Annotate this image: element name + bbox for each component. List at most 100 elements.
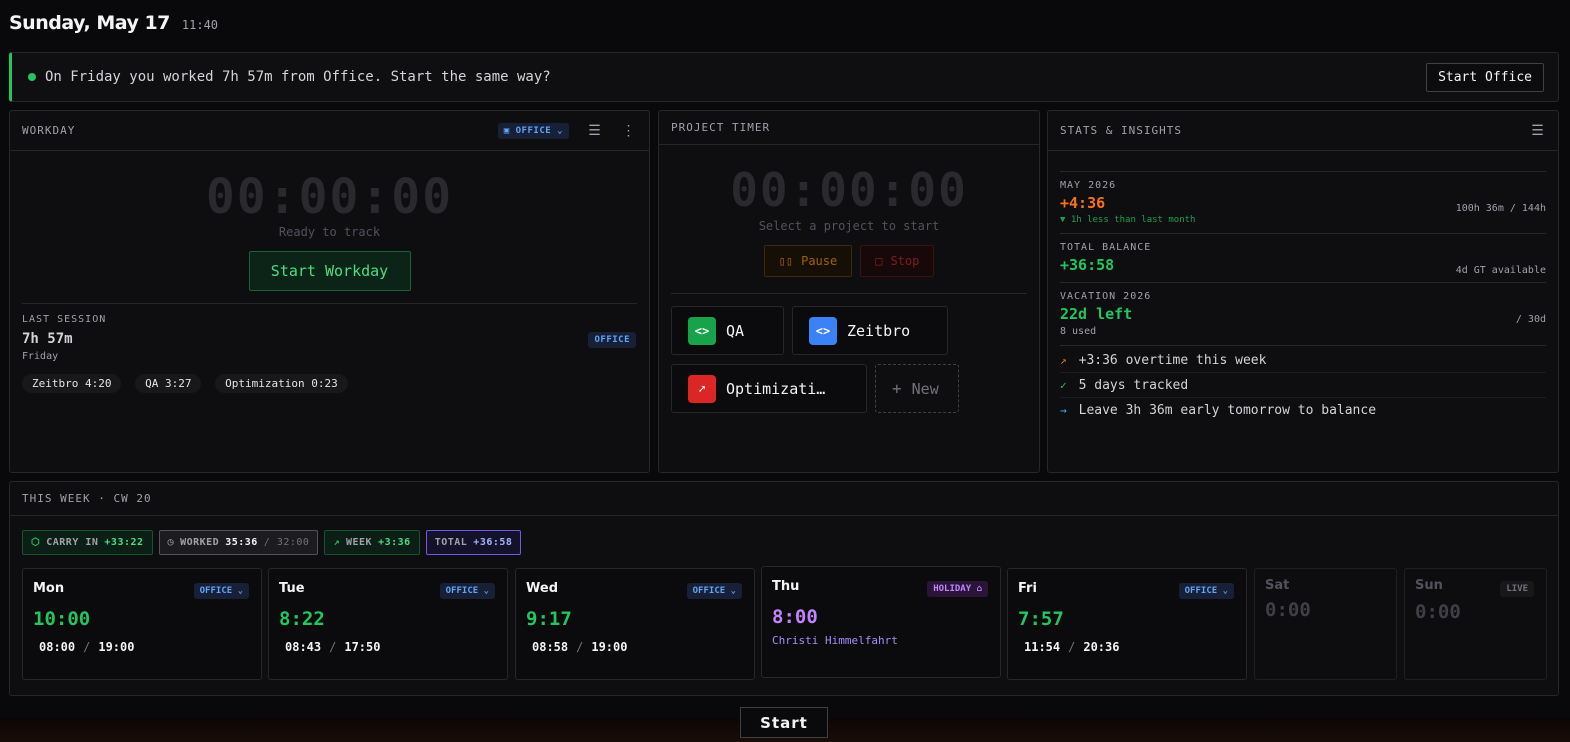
carry-label: CARRY IN — [46, 537, 99, 548]
suggestion-banner: On Friday you worked 7h 57m from Office.… — [9, 52, 1559, 102]
check-icon: ✓ — [1060, 378, 1067, 392]
insight-item: ✓ 5 days tracked — [1060, 373, 1546, 398]
menu-icon[interactable]: ☰ — [1530, 123, 1546, 139]
stats-card: STATS & INSIGHTS ☰ MAY 2026 +4:36 100h 3… — [1047, 110, 1559, 473]
day-hours: 0:00 — [1415, 601, 1461, 623]
last-session-label: LAST SESSION — [22, 314, 107, 325]
range-separator: / — [83, 640, 91, 654]
day-range: 08:00 / 19:00 — [33, 640, 251, 654]
code-icon: <> — [809, 316, 837, 345]
day-badge[interactable]: OFFICE ⌄ — [193, 583, 249, 599]
start-workday-button[interactable]: Start Workday — [248, 251, 411, 291]
day-card-fri[interactable]: Fri OFFICE ⌄ 7:57 11:54/20:36 — [1007, 568, 1247, 680]
rocket-icon: ➚ — [688, 374, 716, 403]
day-badge[interactable]: OFFICE ⌄ — [686, 583, 742, 599]
project-name: QA — [726, 321, 745, 340]
lock-icon: ⌂ — [976, 584, 982, 594]
list-icon[interactable]: ☰ — [587, 123, 603, 139]
session-chip: QA 3:27 — [135, 374, 202, 393]
work-mode-dropdown[interactable]: ▣ OFFICE ⌄ — [497, 122, 569, 139]
pause-label: Pause — [801, 254, 838, 268]
day-card-sun[interactable]: Sun LIVE 0:00 — [1404, 568, 1547, 680]
chevron-down-icon: ⌄ — [483, 586, 489, 596]
week-card: THIS WEEK · CW 20 ⬡ CARRY IN +33:22 ◷ WO… — [9, 481, 1559, 696]
last-session-duration: 7h 57m — [22, 331, 73, 347]
day-badge[interactable]: OFFICE ⌄ — [1178, 583, 1234, 599]
stats-header: STATS & INSIGHTS ☰ — [1048, 111, 1558, 151]
project-qa[interactable]: <> QA — [671, 306, 784, 355]
more-vertical-icon[interactable]: ⋮ — [621, 123, 637, 139]
day-card-sat[interactable]: Sat 0:00 — [1254, 568, 1397, 680]
day-badge: HOLIDAY ⌂ — [927, 581, 988, 597]
page-title: Sunday, May 17 — [9, 12, 170, 34]
day-name: Sat — [1265, 578, 1290, 593]
day-range: 08:43 / 17:50 — [279, 640, 497, 654]
week-summary: ⬡ CARRY IN +33:22 ◷ WORKED 35:36 / 32:00… — [22, 530, 522, 555]
banner-message: On Friday you worked 7h 57m from Office.… — [45, 69, 551, 85]
chevron-down-icon: ⌄ — [237, 586, 243, 596]
shield-icon: ⬡ — [31, 537, 41, 548]
stop-button[interactable]: □ Stop — [860, 245, 935, 277]
divider — [671, 293, 1027, 294]
day-card-mon[interactable]: Mon OFFICE ⌄ 10:00 08:00/19:00 — [22, 568, 262, 680]
project-name: Zeitbro — [847, 321, 911, 340]
carry-in-pill: ⬡ CARRY IN +33:22 — [22, 530, 153, 555]
start-office-button[interactable]: Start Office — [1426, 62, 1544, 92]
week-header: THIS WEEK · CW 20 — [10, 482, 1558, 516]
day-card-tue[interactable]: Tue OFFICE ⌄ 8:22 08:43/17:50 — [268, 568, 508, 680]
workday-header: WORKDAY ▣ OFFICE ⌄ ☰ ⋮ — [10, 111, 649, 151]
last-session-badge: OFFICE — [588, 332, 636, 348]
last-session: LAST SESSION 7h 57m Friday OFFICE Zeitbr… — [10, 304, 649, 393]
day-start: 08:58 — [532, 640, 569, 654]
insight-text: +3:36 overtime this week — [1078, 352, 1267, 368]
day-card-wed[interactable]: Wed OFFICE ⌄ 9:17 08:58/19:00 — [515, 568, 755, 680]
project-zeitbro[interactable]: <> Zeitbro — [792, 306, 948, 355]
clock-icon: ◷ — [167, 537, 175, 548]
insight-text: 5 days tracked — [1078, 377, 1189, 393]
current-time: 11:40 — [181, 18, 219, 32]
day-badge-label: HOLIDAY — [933, 584, 972, 594]
week-value: +3:36 — [378, 537, 411, 548]
day-end: 17:50 — [344, 640, 381, 654]
workday-status: Ready to track — [278, 225, 381, 239]
pause-icon: ▯▯ — [778, 254, 794, 268]
range-separator: / — [576, 640, 584, 654]
session-chip: Optimization 0:23 — [215, 374, 348, 393]
vacation-value: 22d left — [1060, 305, 1133, 323]
building-icon: ▣ — [503, 125, 510, 136]
code-icon: <> — [688, 316, 716, 345]
month-label: MAY 2026 — [1060, 180, 1117, 191]
worked-label: WORKED — [180, 537, 220, 548]
start-button[interactable]: Start — [740, 707, 828, 738]
total-pill: TOTAL +36:58 — [425, 530, 522, 555]
workday-card: WORKDAY ▣ OFFICE ⌄ ☰ ⋮ 00:00:00 Ready to… — [9, 110, 650, 473]
page-header: Sunday, May 17 11:40 — [9, 12, 218, 34]
range-separator: / — [329, 640, 337, 654]
project-timer-header: PROJECT TIMER — [659, 111, 1039, 145]
day-start: 11:54 — [1024, 640, 1061, 654]
vacation-label: VACATION 2026 — [1060, 291, 1152, 302]
project-optimization[interactable]: ➚ Optimizati… — [671, 364, 867, 413]
day-end: 19:00 — [98, 640, 135, 654]
chevron-down-icon: ⌄ — [1222, 586, 1228, 596]
day-start: 08:00 — [39, 640, 76, 654]
day-hours: 8:00 — [772, 606, 818, 628]
vacation-stat: VACATION 2026 22d left / 30d 8 used — [1060, 282, 1546, 345]
vacation-used: 8 used — [1060, 326, 1097, 337]
project-name: Optimizati… — [726, 379, 826, 398]
day-card-thu[interactable]: Thu HOLIDAY ⌂ 8:00 Christi Himmelfahrt — [761, 566, 1001, 678]
live-badge: LIVE — [1500, 581, 1534, 597]
workday-title: WORKDAY — [22, 124, 76, 137]
day-badge[interactable]: OFFICE ⌄ — [439, 583, 495, 599]
insight-item: → Leave 3h 36m early tomorrow to balance — [1060, 398, 1546, 423]
total-label: TOTAL — [434, 537, 468, 548]
month-hours: 100h 36m / 144h — [1455, 203, 1546, 214]
total-value: +36:58 — [473, 537, 513, 548]
balance-available: 4d GT available — [1455, 265, 1546, 276]
pause-button[interactable]: ▯▯ Pause — [763, 245, 853, 277]
stats-title: STATS & INSIGHTS — [1060, 124, 1182, 137]
project-timer-display: 00:00:00 — [730, 163, 968, 217]
worked-pill: ◷ WORKED 35:36 / 32:00 — [158, 530, 319, 555]
new-project-button[interactable]: + New — [875, 364, 959, 413]
range-separator: / — [1068, 640, 1076, 654]
